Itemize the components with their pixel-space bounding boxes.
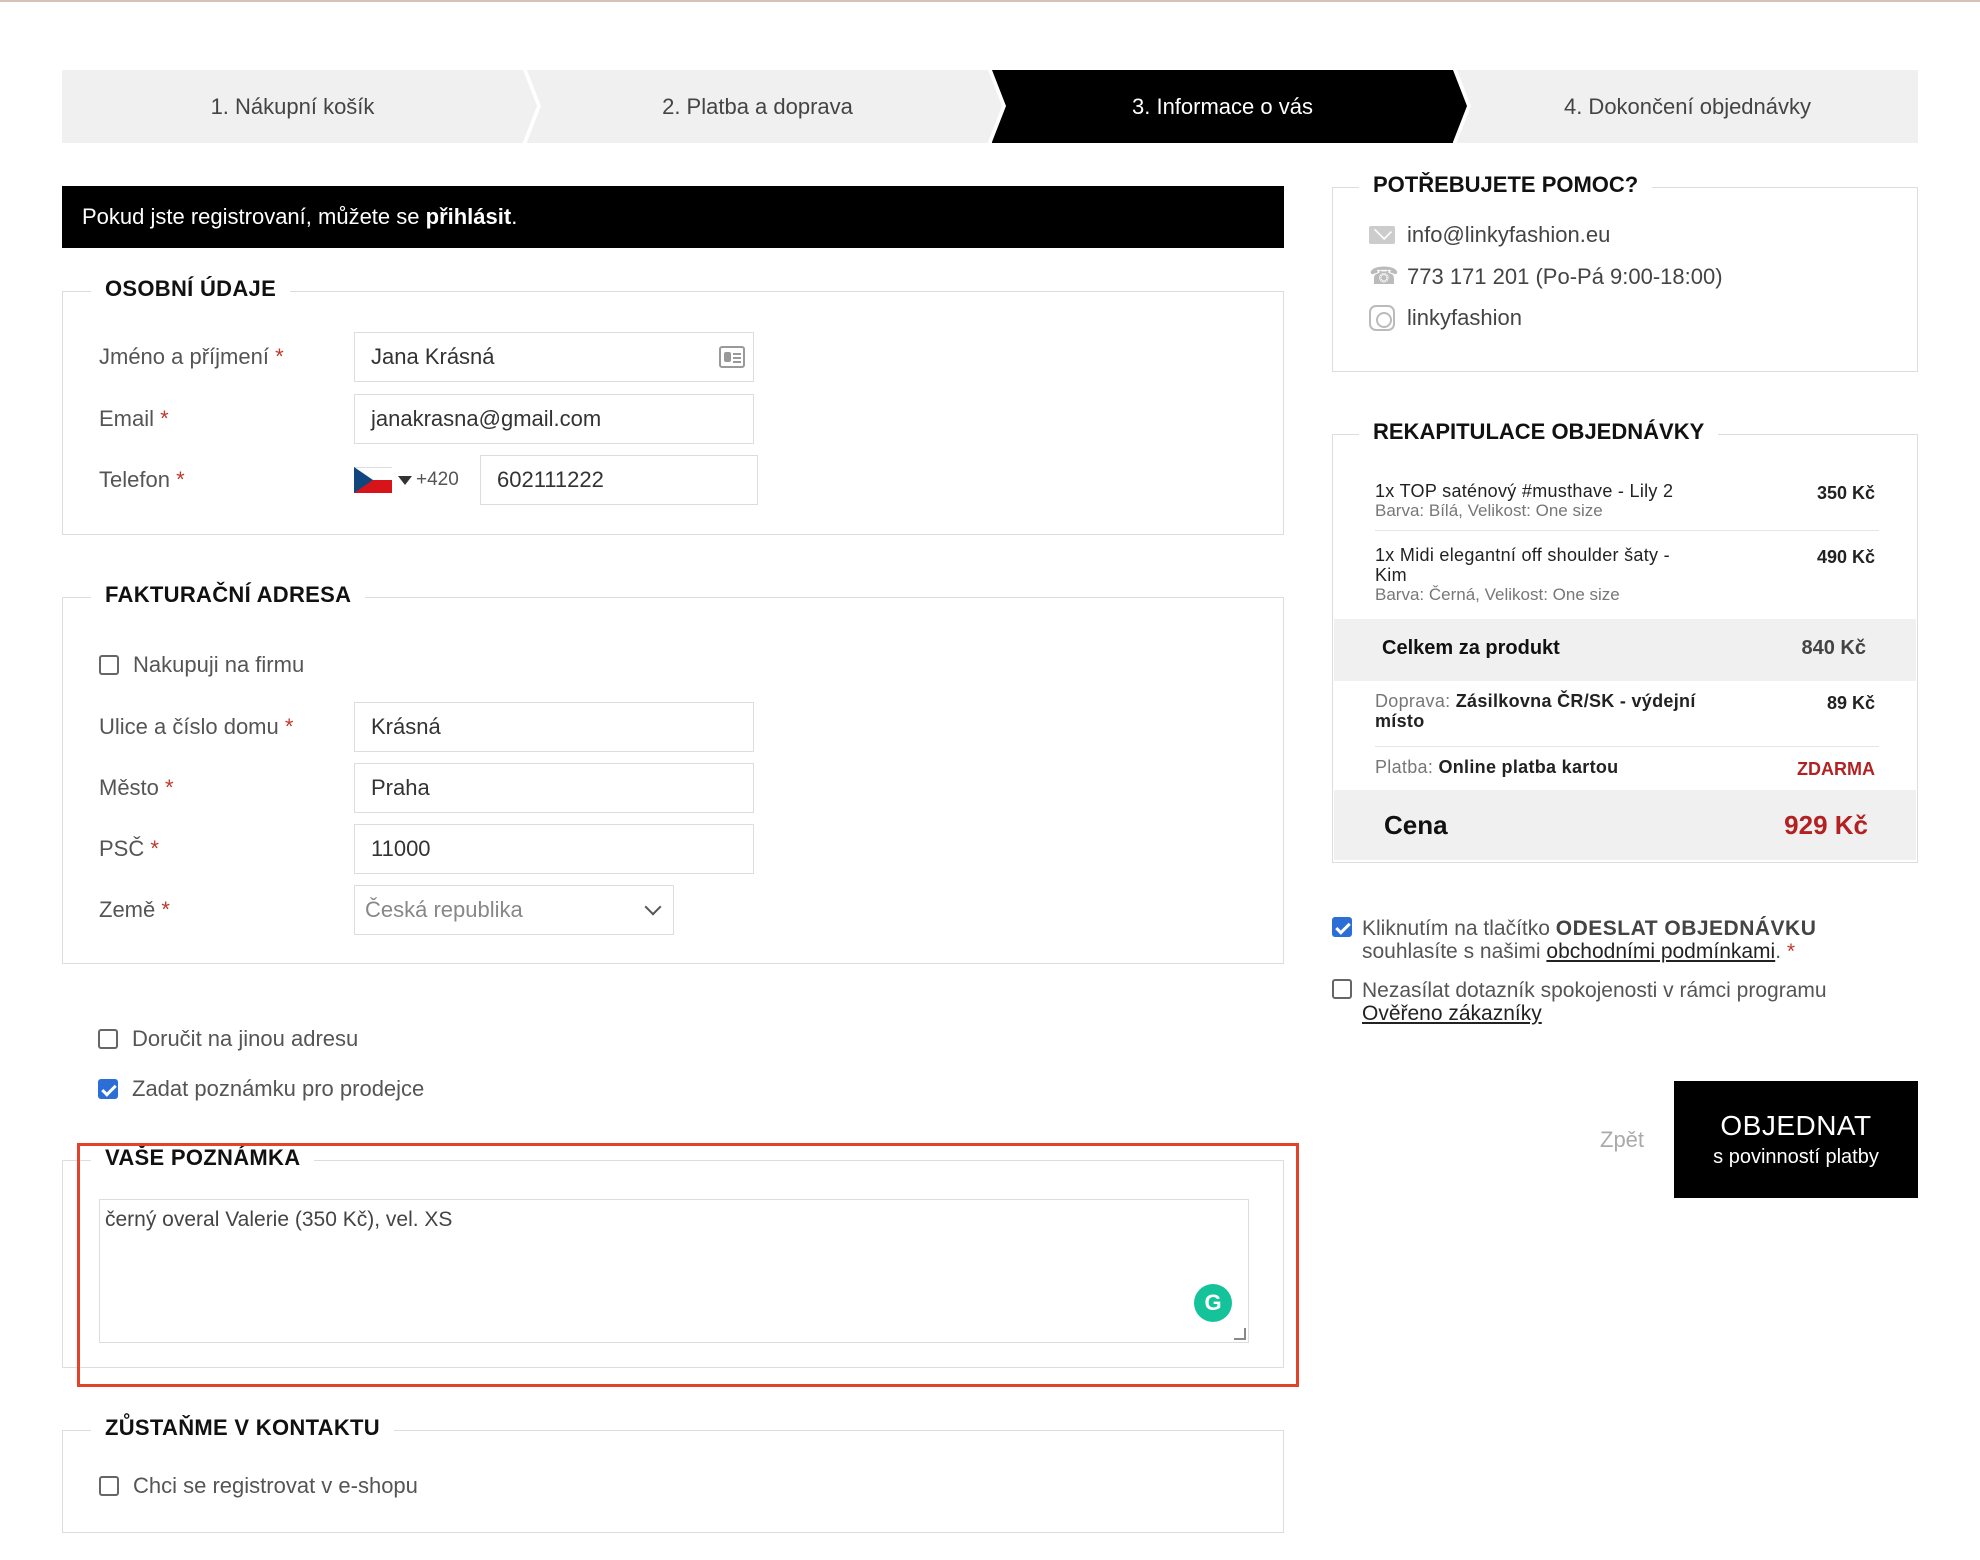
phone-label: Telefon * <box>99 467 185 492</box>
terms-agreement: Kliknutím na tlačítko ODESLAT OBJEDNÁVKU… <box>1332 917 1902 963</box>
help-instagram[interactable]: linkyfashion <box>1369 305 1522 331</box>
step-information[interactable]: 3. Informace o vás <box>992 70 1471 143</box>
company-label: Nakupuji na firmu <box>133 652 305 677</box>
country-code-picker[interactable]: +420 <box>354 467 474 493</box>
login-link[interactable]: přihlásit <box>426 204 512 230</box>
order-summary-box: REKAPITULACE OBJEDNÁVKY 1x TOP saténový … <box>1332 419 1918 863</box>
terms-checkbox[interactable] <box>1332 917 1352 937</box>
street-label: Ulice a číslo domu * <box>99 714 294 739</box>
other-address-option: Doručit na jinou adresu <box>98 1026 358 1052</box>
country-label: Země * <box>99 897 170 922</box>
subtotal-row: Celkem za produkt 840 Kč <box>1334 619 1916 681</box>
survey-checkbox[interactable] <box>1332 979 1352 999</box>
czech-flag-icon <box>354 467 392 493</box>
shipping-row: Doprava: Zásilkovna ČR/SK - výdejní míst… <box>1375 691 1879 747</box>
seller-note-checkbox[interactable] <box>98 1079 118 1099</box>
country-select[interactable]: Česká republika <box>354 885 674 935</box>
chevron-down-icon <box>644 898 662 916</box>
email-input[interactable]: janakrasna@gmail.com <box>354 394 754 444</box>
name-input[interactable]: Jana Krásná <box>354 332 754 382</box>
help-box: POTŘEBUJETE POMOC? info@linkyfashion.eu … <box>1332 172 1918 372</box>
city-label: Město * <box>99 775 174 800</box>
summary-item: 1x TOP saténový #musthave - Lily 2 Barva… <box>1375 481 1879 531</box>
terms-link[interactable]: obchodními podmínkami <box>1546 940 1775 963</box>
help-phone[interactable]: ☎ 773 171 201 (Po-Pá 9:00-18:00) <box>1369 264 1723 290</box>
login-notice: Pokud jste registrovaní, můžete se přihl… <box>62 186 1284 248</box>
dial-code: +420 <box>416 469 459 490</box>
zip-label: PSČ * <box>99 836 159 861</box>
summary-title: REKAPITULACE OBJEDNÁVKY <box>1359 419 1719 445</box>
order-button[interactable]: OBJEDNAT s povinností platby <box>1674 1081 1918 1198</box>
step-finish[interactable]: 4. Dokončení objednávky <box>1457 70 1918 143</box>
payment-row: Platba: Online platba kartou ZDARMA <box>1375 757 1875 779</box>
section-title: FAKTURAČNÍ ADRESA <box>91 582 366 608</box>
help-title: POTŘEBUJETE POMOC? <box>1359 172 1653 198</box>
phone-input[interactable]: 602111222 <box>480 455 758 505</box>
street-input[interactable]: Krásná <box>354 702 754 752</box>
verified-customers-link[interactable]: Ověřeno zákazníky <box>1362 1002 1542 1025</box>
seller-note-option: Zadat poznámku pro prodejce <box>98 1076 424 1102</box>
section-title: ZŮSTAŇME V KONTAKTU <box>91 1415 394 1441</box>
register-checkbox[interactable] <box>99 1476 119 1496</box>
step-cart[interactable]: 1. Nákupní košík <box>62 70 541 143</box>
help-email[interactable]: info@linkyfashion.eu <box>1369 222 1610 248</box>
step-payment-shipping[interactable]: 2. Platba a doprava <box>527 70 1006 143</box>
zip-input[interactable]: 11000 <box>354 824 754 874</box>
top-accent-line <box>0 0 1980 2</box>
phone-icon: ☎ <box>1369 263 1399 290</box>
summary-item: 1x Midi elegantní off shoulder šaty - Ki… <box>1375 545 1875 604</box>
email-label: Email * <box>99 406 169 431</box>
dropdown-triangle-icon <box>398 475 412 485</box>
contact-card-icon[interactable] <box>719 346 745 368</box>
back-link[interactable]: Zpět <box>1600 1127 1644 1153</box>
highlight-frame <box>77 1143 1299 1387</box>
mail-icon <box>1369 222 1395 248</box>
other-address-checkbox[interactable] <box>98 1029 118 1049</box>
total-row: Cena 929 Kč <box>1334 790 1916 860</box>
billing-address-section: FAKTURAČNÍ ADRESA Nakupuji na firmu Ulic… <box>62 582 1284 964</box>
stay-in-contact-section: ZŮSTAŇME V KONTAKTU Chci se registrovat … <box>62 1415 1284 1533</box>
name-label: Jméno a příjmení * <box>99 344 284 369</box>
company-checkbox[interactable] <box>99 655 119 675</box>
survey-option: Nezasílat dotazník spokojenosti v rámci … <box>1332 979 1902 1025</box>
instagram-icon <box>1369 305 1395 331</box>
checkout-steps: 1. Nákupní košík 2. Platba a doprava 3. … <box>62 70 1918 143</box>
personal-details-section: OSOBNÍ ÚDAJE Jméno a příjmení * Jana Krá… <box>62 276 1284 535</box>
section-title: OSOBNÍ ÚDAJE <box>91 276 291 302</box>
city-input[interactable]: Praha <box>354 763 754 813</box>
